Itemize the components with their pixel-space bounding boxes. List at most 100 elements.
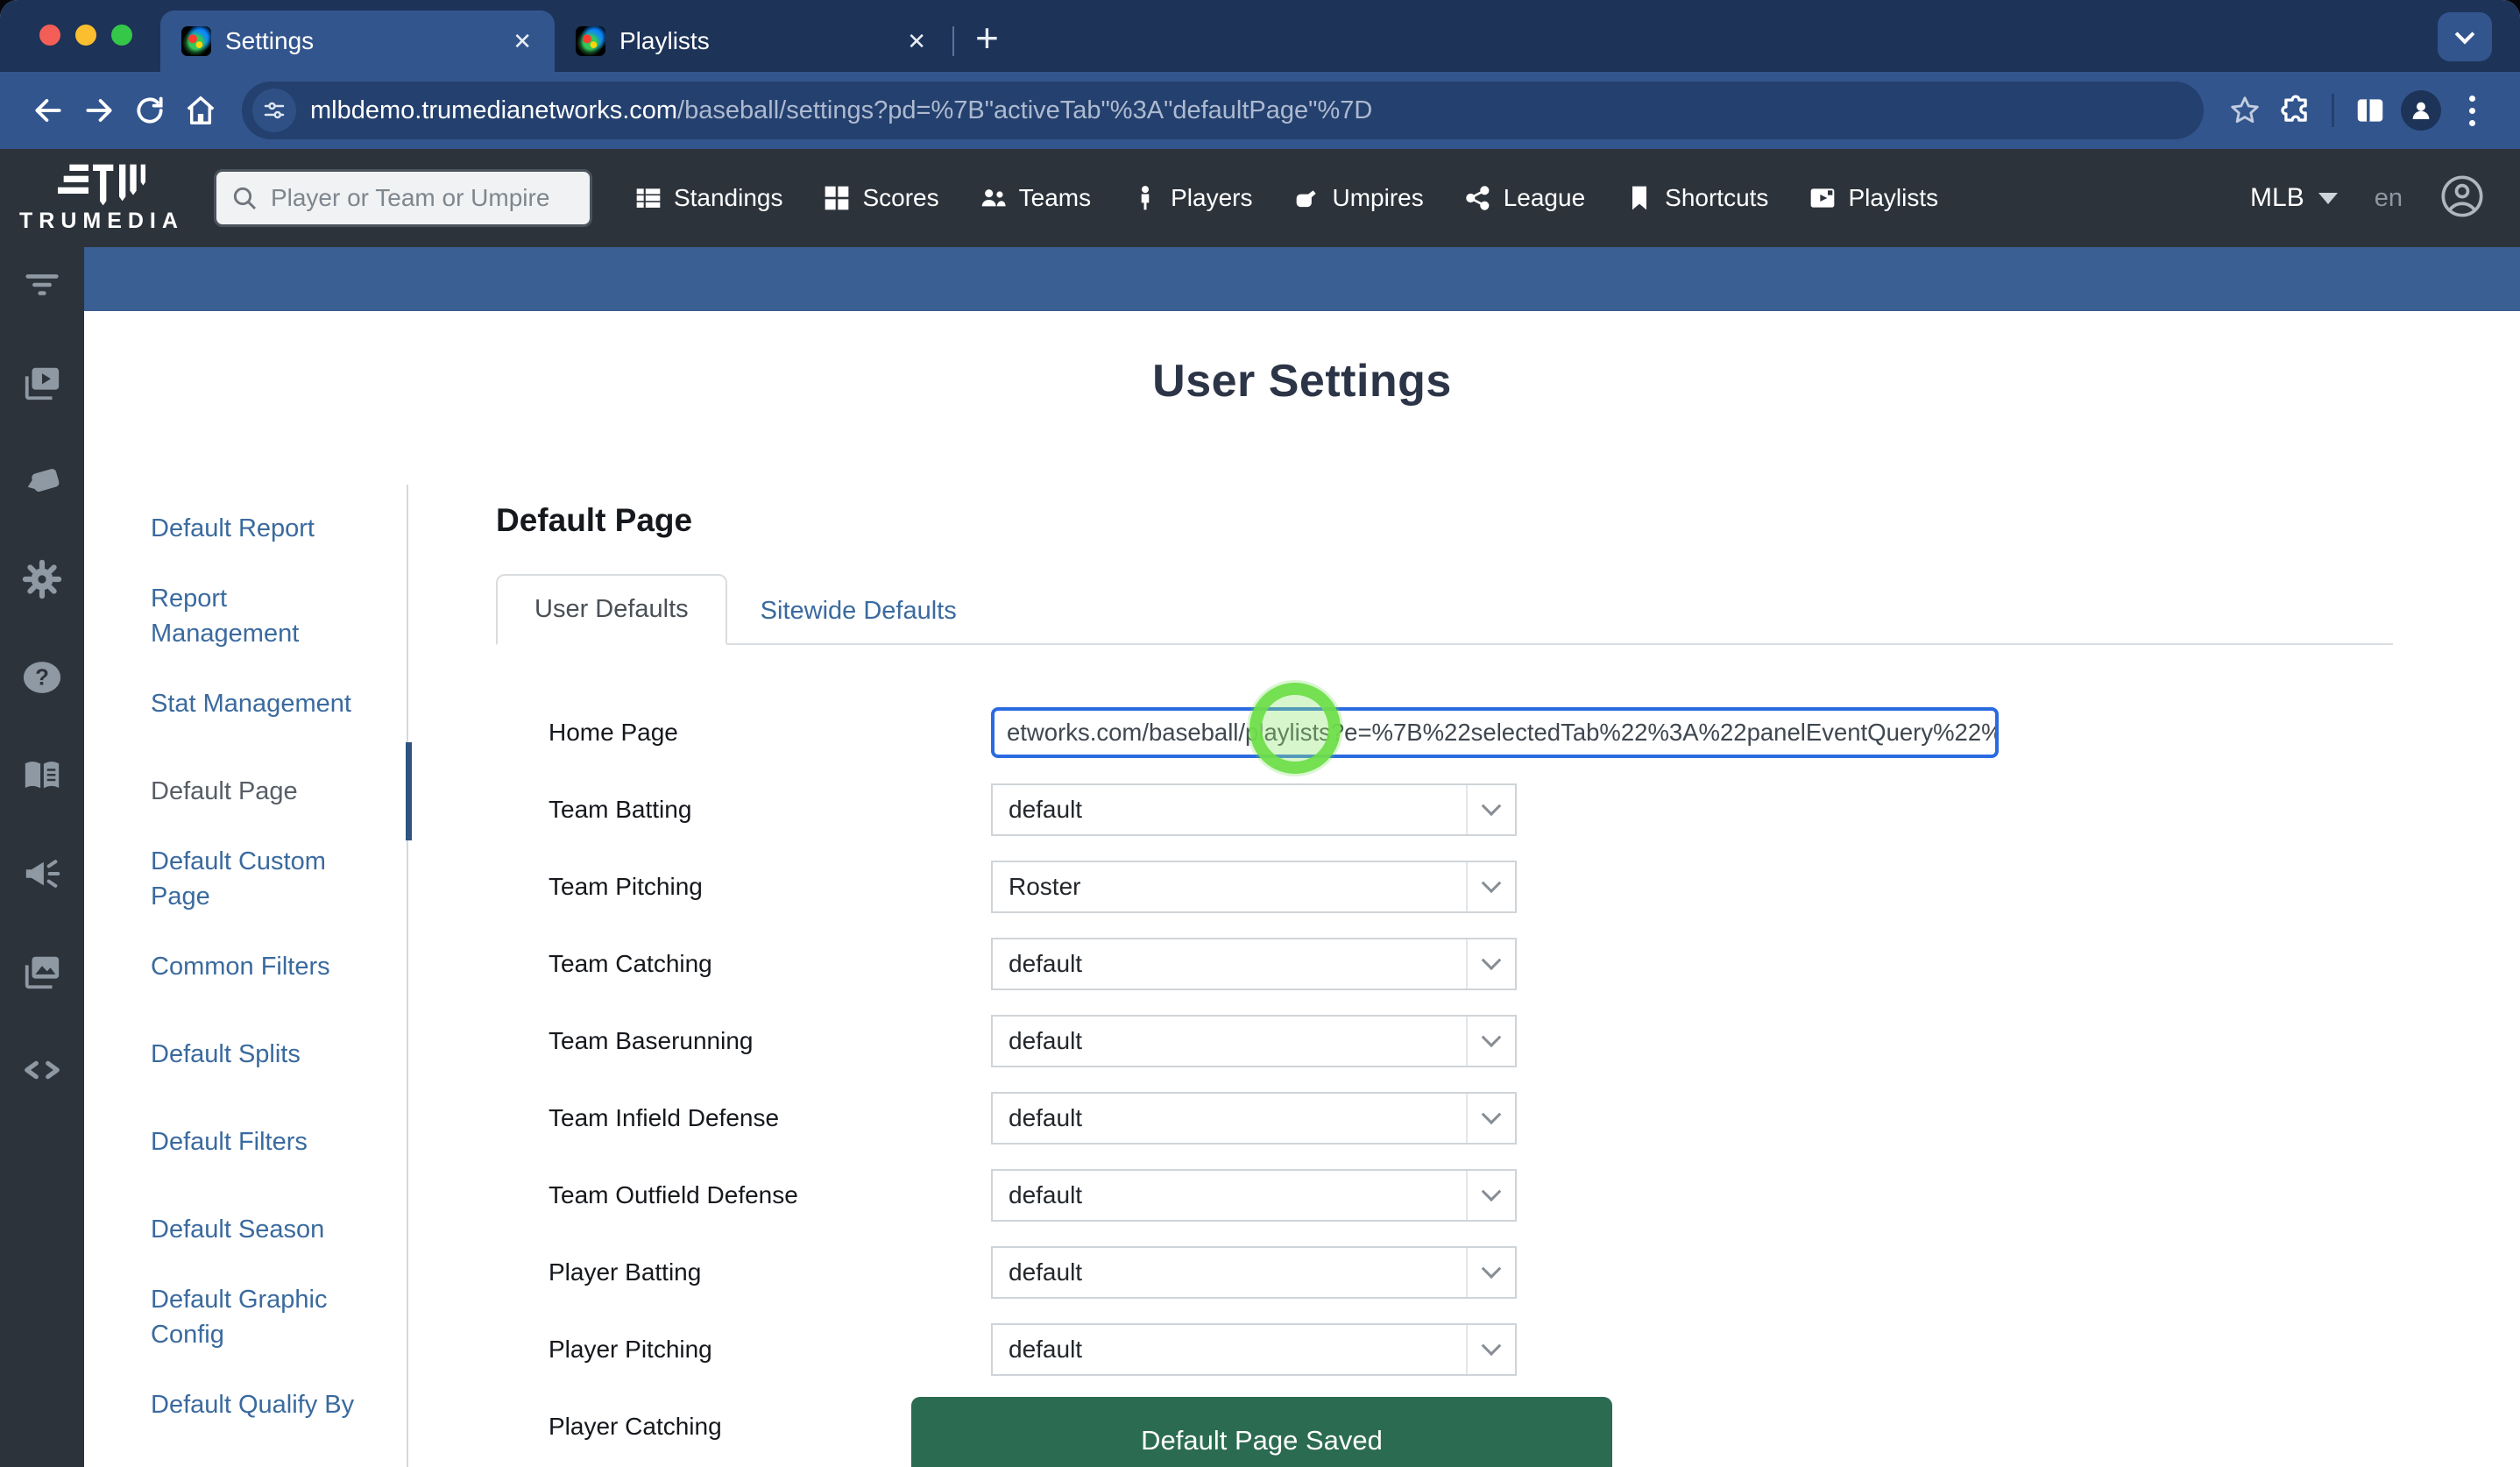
nav-item-standings[interactable]: Standings bbox=[634, 184, 783, 212]
tab-search-button[interactable] bbox=[2438, 12, 2492, 61]
page-title: User Settings bbox=[84, 355, 2520, 408]
nav-item-players[interactable]: Players bbox=[1131, 184, 1252, 212]
menu-item-stat-management[interactable]: Stat Management bbox=[151, 660, 407, 748]
nav-item-umpires[interactable]: Umpires bbox=[1292, 184, 1423, 212]
league-selector[interactable]: MLB bbox=[2250, 183, 2338, 213]
form-row-player-batting: Player Batting default bbox=[496, 1234, 2393, 1311]
back-button[interactable] bbox=[23, 85, 74, 136]
settings-menu: Default Report Report Management Stat Ma… bbox=[84, 485, 408, 1467]
tab-user-defaults[interactable]: User Defaults bbox=[496, 574, 727, 645]
nav-item-league[interactable]: League bbox=[1464, 184, 1585, 212]
nav-item-shortcuts[interactable]: Shortcuts bbox=[1625, 184, 1768, 212]
nav-item-scores[interactable]: Scores bbox=[823, 184, 938, 212]
window-close-button[interactable] bbox=[39, 25, 60, 46]
field-label: Player Batting bbox=[549, 1258, 991, 1286]
team-outfield-defense-select[interactable]: default bbox=[991, 1169, 1517, 1222]
browser-window: Settings ✕ Playlists ✕ + mlbdemo.t bbox=[0, 0, 2520, 1467]
user-icon bbox=[2408, 97, 2434, 124]
search-icon bbox=[230, 184, 258, 212]
megaphone-icon[interactable] bbox=[22, 854, 62, 894]
nav-item-teams[interactable]: Teams bbox=[980, 184, 1091, 212]
bookmark-button[interactable] bbox=[2219, 85, 2270, 136]
dropdown-caret bbox=[1466, 1094, 1515, 1143]
url-bar[interactable]: mlbdemo.trumedianetworks.com/baseball/se… bbox=[242, 82, 2204, 139]
window-zoom-button[interactable] bbox=[111, 25, 132, 46]
menu-item-default-filters[interactable]: Default Filters bbox=[151, 1098, 407, 1186]
team-pitching-select[interactable]: Roster bbox=[991, 861, 1517, 913]
browser-menu-button[interactable] bbox=[2446, 85, 2497, 136]
player-pitching-select[interactable]: default bbox=[991, 1323, 1517, 1376]
app-nav-items: Standings Scores Teams Players Umpires L… bbox=[634, 184, 1938, 212]
locale-selector[interactable]: en bbox=[2375, 184, 2403, 213]
chevron-down-icon bbox=[1482, 1258, 1502, 1279]
profile-button[interactable] bbox=[2396, 85, 2446, 136]
menu-item-default-season[interactable]: Default Season bbox=[151, 1186, 407, 1273]
menu-item-default-report[interactable]: Default Report bbox=[151, 485, 407, 572]
account-button[interactable] bbox=[2439, 174, 2485, 223]
nav-item-playlists[interactable]: Playlists bbox=[1809, 184, 1938, 212]
dropdown-caret bbox=[1466, 1171, 1515, 1220]
field-label: Team Outfield Defense bbox=[549, 1181, 991, 1209]
code-icon[interactable] bbox=[22, 1050, 62, 1090]
tab-close-icon[interactable]: ✕ bbox=[507, 28, 537, 55]
team-batting-select[interactable]: default bbox=[991, 783, 1517, 836]
dropdown-caret bbox=[1466, 785, 1515, 834]
arrow-left-icon bbox=[32, 94, 65, 127]
video-playlist-icon[interactable] bbox=[22, 363, 62, 403]
site-settings-icon[interactable] bbox=[252, 89, 296, 132]
browser-tab-playlists[interactable]: Playlists ✕ bbox=[555, 11, 949, 72]
help-icon[interactable]: ? bbox=[22, 657, 62, 698]
selected-value: default bbox=[993, 1094, 1466, 1143]
selected-value: default bbox=[993, 939, 1466, 989]
chevron-down-icon bbox=[1482, 1181, 1502, 1201]
chevron-down-icon bbox=[1482, 1027, 1502, 1047]
puzzle-icon bbox=[2279, 94, 2312, 127]
team-infield-defense-select[interactable]: default bbox=[991, 1092, 1517, 1145]
window-controls bbox=[39, 25, 132, 46]
page-body: ? User Settings Default Report Report Ma bbox=[0, 247, 2520, 1467]
menu-item-default-qualify-by[interactable]: Default Qualify By bbox=[151, 1361, 407, 1449]
menu-item-report-management[interactable]: Report Management bbox=[151, 572, 407, 660]
side-panel-button[interactable] bbox=[2345, 85, 2396, 136]
chevron-down-icon bbox=[2455, 25, 2475, 45]
field-label: Team Batting bbox=[549, 796, 991, 824]
reload-button[interactable] bbox=[124, 85, 175, 136]
extensions-button[interactable] bbox=[2270, 85, 2321, 136]
settings-panel: Default Page User Defaults Sitewide Defa… bbox=[408, 485, 2520, 1467]
filter-icon[interactable] bbox=[22, 265, 62, 305]
field-label: Player Pitching bbox=[549, 1336, 991, 1364]
trumedia-logo[interactable]: TRUMEDIA bbox=[19, 163, 184, 234]
tag-icon[interactable] bbox=[22, 461, 62, 501]
tab-close-icon[interactable]: ✕ bbox=[902, 28, 931, 55]
new-tab-button[interactable]: + bbox=[975, 18, 999, 58]
menu-item-default-page[interactable]: Default Page bbox=[151, 748, 407, 835]
forward-button[interactable] bbox=[74, 85, 124, 136]
team-baserunning-select[interactable]: default bbox=[991, 1015, 1517, 1067]
player-batting-select[interactable]: default bbox=[991, 1246, 1517, 1299]
form-row-player-pitching: Player Pitching default bbox=[496, 1311, 2393, 1388]
browser-tab-settings[interactable]: Settings ✕ bbox=[160, 11, 555, 72]
window-minimize-button[interactable] bbox=[75, 25, 96, 46]
book-icon[interactable] bbox=[22, 755, 62, 796]
menu-item-default-graphic-config[interactable]: Default Graphic Config bbox=[151, 1273, 407, 1361]
field-label: Team Infield Defense bbox=[549, 1104, 991, 1132]
gear-icon[interactable] bbox=[22, 559, 62, 599]
tab-divider bbox=[952, 26, 954, 56]
dropdown-caret bbox=[1466, 1248, 1515, 1297]
chevron-down-icon bbox=[1482, 950, 1502, 970]
form-row-team-baserunning: Team Baserunning default bbox=[496, 1003, 2393, 1080]
menu-item-common-filters[interactable]: Common Filters bbox=[151, 923, 407, 1010]
form-row-team-infield-defense: Team Infield Defense default bbox=[496, 1080, 2393, 1157]
global-search-input[interactable]: Player or Team or Umpire bbox=[214, 169, 592, 227]
scores-icon bbox=[823, 184, 851, 212]
tab-sitewide-defaults[interactable]: Sitewide Defaults bbox=[761, 578, 957, 645]
images-icon[interactable] bbox=[22, 952, 62, 992]
team-catching-select[interactable]: default bbox=[991, 938, 1517, 990]
bookmark-icon bbox=[1625, 184, 1653, 212]
menu-item-default-custom-page[interactable]: Default Custom Page bbox=[151, 835, 407, 923]
section-title: Default Page bbox=[496, 502, 2393, 539]
menu-item-default-splits[interactable]: Default Splits bbox=[151, 1010, 407, 1098]
home-button[interactable] bbox=[175, 85, 226, 136]
teams-icon bbox=[980, 184, 1008, 212]
home-page-input[interactable]: etworks.com/baseball/playlists?e=%7B%22s… bbox=[991, 707, 1999, 758]
